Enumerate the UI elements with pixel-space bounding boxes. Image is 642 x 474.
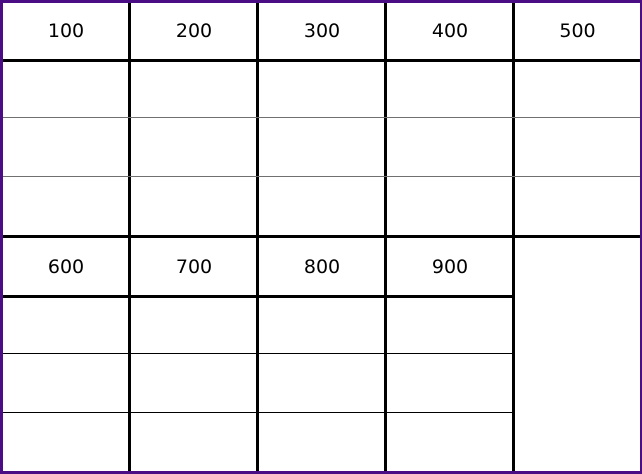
grid-line xyxy=(384,0,387,237)
grid-cell-500-row-1[interactable] xyxy=(515,62,640,117)
grid-cell-600-row-2[interactable] xyxy=(3,355,129,412)
grid-cell-900-row-1[interactable] xyxy=(387,298,513,353)
grid-cell-200-row-1[interactable] xyxy=(131,62,257,117)
grid-cell-400-row-3[interactable] xyxy=(387,178,513,235)
bin-grid-board: 100 200 300 400 500 600 700 800 900 xyxy=(0,0,642,474)
grid-cell-300-row-1[interactable] xyxy=(259,62,385,117)
grid-line xyxy=(128,237,131,474)
column-header-300[interactable]: 300 xyxy=(259,3,385,59)
grid-line xyxy=(0,176,642,177)
grid-cell-900-row-3[interactable] xyxy=(387,414,513,471)
grid-line xyxy=(0,235,642,238)
grid-cell-600-row-3[interactable] xyxy=(3,414,129,471)
grid-cell-100-row-1[interactable] xyxy=(3,62,129,117)
grid-cell-500-row-3[interactable] xyxy=(515,178,640,235)
grid-line xyxy=(512,0,515,237)
grid-line xyxy=(0,59,642,62)
grid-cell-800-row-1[interactable] xyxy=(259,298,385,353)
column-header-600[interactable]: 600 xyxy=(3,239,129,295)
grid-cell-200-row-3[interactable] xyxy=(131,178,257,235)
grid-line xyxy=(128,0,131,237)
column-header-800[interactable]: 800 xyxy=(259,239,385,295)
column-header-200[interactable]: 200 xyxy=(131,3,257,59)
grid-cell-400-row-2[interactable] xyxy=(387,119,513,176)
grid-line xyxy=(512,237,515,474)
grid-line xyxy=(0,117,642,118)
grid-line xyxy=(0,412,515,413)
grid-cell-300-row-3[interactable] xyxy=(259,178,385,235)
grid-cell-700-row-2[interactable] xyxy=(131,355,257,412)
grid-cell-800-row-3[interactable] xyxy=(259,414,385,471)
grid-cell-500-row-2[interactable] xyxy=(515,119,640,176)
grid-cell-700-row-3[interactable] xyxy=(131,414,257,471)
grid-cell-100-row-3[interactable] xyxy=(3,178,129,235)
column-header-400[interactable]: 400 xyxy=(387,3,513,59)
grid-cell-800-row-2[interactable] xyxy=(259,355,385,412)
grid-cell-700-row-1[interactable] xyxy=(131,298,257,353)
grid-line xyxy=(256,237,259,474)
grid-line xyxy=(0,353,515,354)
column-header-700[interactable]: 700 xyxy=(131,239,257,295)
column-header-100[interactable]: 100 xyxy=(3,3,129,59)
grid-cell-600-row-1[interactable] xyxy=(3,298,129,353)
grid-cell-900-row-2[interactable] xyxy=(387,355,513,412)
grid-line xyxy=(256,0,259,237)
grid-cell-200-row-2[interactable] xyxy=(131,119,257,176)
grid-line xyxy=(0,295,515,298)
grid-cell-100-row-2[interactable] xyxy=(3,119,129,176)
grid-cell-300-row-2[interactable] xyxy=(259,119,385,176)
grid-cell-400-row-1[interactable] xyxy=(387,62,513,117)
column-header-500[interactable]: 500 xyxy=(515,3,640,59)
grid-line xyxy=(384,237,387,474)
column-header-900[interactable]: 900 xyxy=(387,239,513,295)
